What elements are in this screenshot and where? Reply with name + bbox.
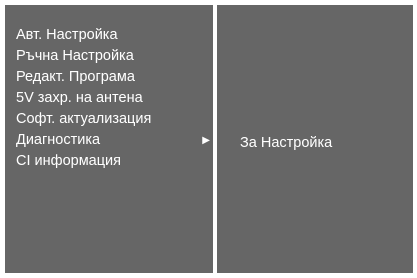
submenu-item-about-tuning[interactable]: За Настройка	[240, 133, 332, 154]
menu-item-label: Диагностика	[16, 132, 101, 148]
menu-item-label: Авт. Настройка	[16, 27, 118, 43]
menu-item-label: CI информация	[16, 153, 121, 169]
tv-osd-menu: Авт. Настройка Ръчна Настройка Редакт. П…	[5, 5, 413, 273]
submenu-panel: За Настройка	[217, 5, 413, 273]
menu-item-label: 5V захр. на антена	[16, 90, 143, 106]
menu-item-diagnostics[interactable]: Диагностика ▶	[16, 130, 213, 151]
menu-item-antenna-power[interactable]: 5V захр. на антена	[16, 88, 213, 109]
main-menu-panel: Авт. Настройка Ръчна Настройка Редакт. П…	[5, 5, 213, 273]
menu-item-label: Софт. актуализация	[16, 111, 152, 127]
menu-item-software-update[interactable]: Софт. актуализация	[16, 109, 213, 130]
right-triangle-icon: ▶	[202, 135, 210, 146]
menu-item-auto-tuning[interactable]: Авт. Настройка	[16, 25, 213, 46]
menu-item-label: Ръчна Настройка	[16, 48, 134, 64]
main-menu-list: Авт. Настройка Ръчна Настройка Редакт. П…	[16, 25, 213, 172]
menu-item-manual-tuning[interactable]: Ръчна Настройка	[16, 46, 213, 67]
menu-item-label: Редакт. Програма	[16, 69, 135, 85]
menu-item-ci-information[interactable]: CI информация	[16, 151, 213, 172]
menu-item-edit-programme[interactable]: Редакт. Програма	[16, 67, 213, 88]
